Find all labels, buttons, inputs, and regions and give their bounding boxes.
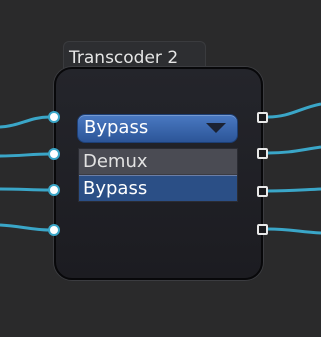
- node-editor-canvas[interactable]: Transcoder 2 Bypass Demux Bypass: [0, 0, 321, 337]
- output-port-2[interactable]: [257, 148, 268, 159]
- input-port-3[interactable]: [48, 184, 60, 196]
- input-wire-1: [0, 115, 50, 129]
- input-port-2[interactable]: [48, 148, 60, 160]
- output-port-3[interactable]: [257, 186, 268, 197]
- output-wire-1: [267, 102, 321, 119]
- output-wire-3: [267, 187, 321, 193]
- dropdown-option-demux[interactable]: Demux: [79, 149, 237, 174]
- mode-select-value: Bypass: [84, 117, 149, 138]
- input-wire-2: [0, 152, 50, 158]
- output-port-1[interactable]: [257, 112, 268, 123]
- output-wire-2: [267, 145, 321, 155]
- input-wire-3: [0, 187, 50, 192]
- output-wire-4: [267, 227, 321, 235]
- input-port-1[interactable]: [48, 111, 60, 123]
- dropdown-option-bypass[interactable]: Bypass: [79, 176, 237, 201]
- input-wire-4: [0, 223, 50, 232]
- input-port-4[interactable]: [48, 224, 60, 236]
- chevron-down-icon[interactable]: [206, 123, 226, 133]
- output-port-4[interactable]: [257, 224, 268, 235]
